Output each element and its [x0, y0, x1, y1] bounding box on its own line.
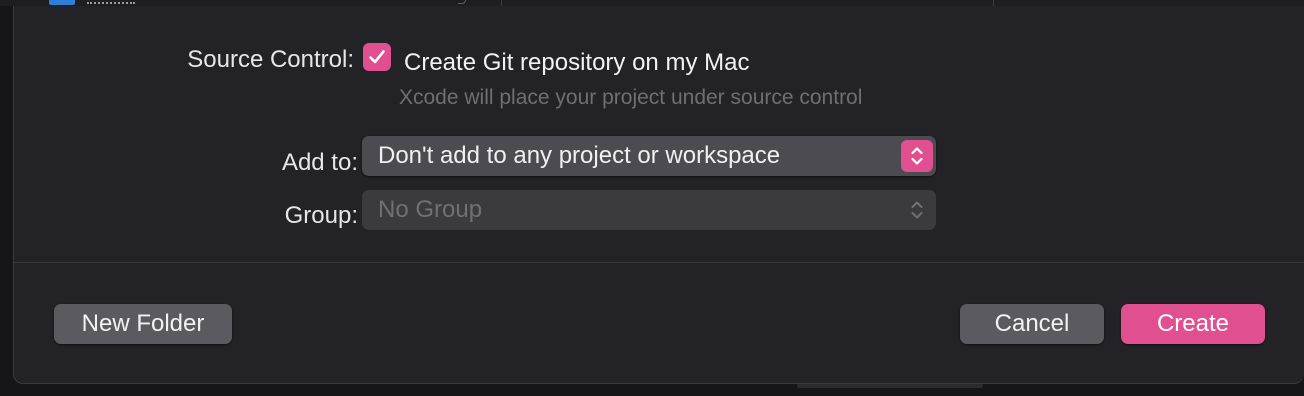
folder-icon	[49, 0, 75, 5]
column-resize-handle	[458, 0, 466, 4]
screen: Source Control: Create Git repository on…	[0, 0, 1304, 396]
group-label: Group:	[284, 202, 358, 229]
source-control-label: Source Control:	[187, 46, 354, 73]
git-repository-checkbox[interactable]	[363, 43, 391, 71]
source-control-hint: Xcode will place your project under sour…	[399, 86, 863, 109]
new-folder-button[interactable]: New Folder	[54, 304, 232, 344]
up-down-chevrons-icon	[901, 140, 933, 172]
git-repository-checkbox-label[interactable]: Create Git repository on my Mac	[404, 48, 749, 78]
group-popup[interactable]: No Group	[362, 190, 936, 230]
add-to-label: Add to:	[281, 149, 358, 176]
checkmark-icon	[369, 50, 385, 64]
window-edge-fragment	[797, 384, 983, 388]
cancel-button[interactable]: Cancel	[960, 304, 1104, 344]
footer-divider	[14, 262, 1304, 263]
create-button[interactable]: Create	[1121, 304, 1265, 344]
group-selected-value: No Group	[378, 196, 483, 223]
save-sheet: Source Control: Create Git repository on…	[13, 6, 1304, 384]
add-to-popup[interactable]: Don't add to any project or workspace	[362, 136, 936, 176]
up-down-chevrons-icon	[901, 194, 933, 226]
add-to-selected-value: Don't add to any project or workspace	[378, 142, 781, 169]
file-name-fragment	[87, 0, 135, 4]
